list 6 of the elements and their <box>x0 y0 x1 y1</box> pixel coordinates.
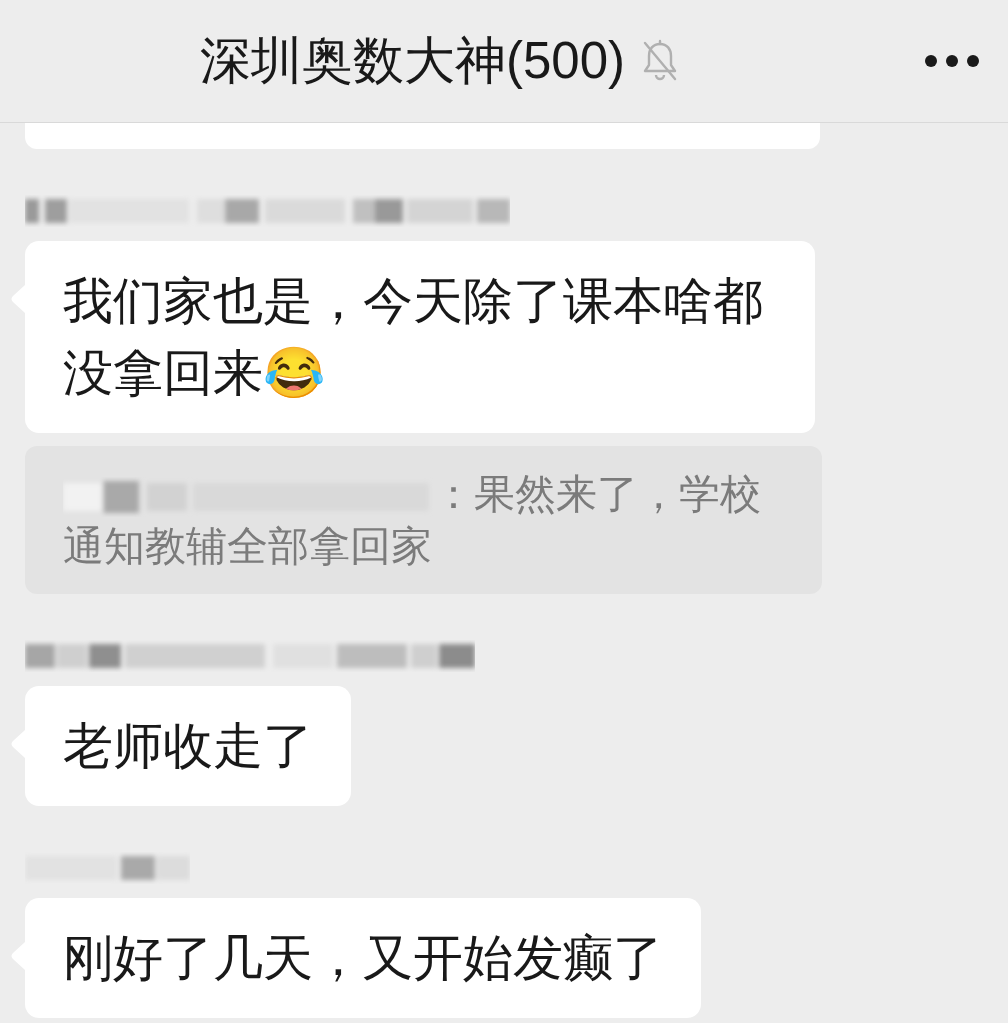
chat-title: 深圳奥数大神(500) <box>200 32 626 90</box>
quote-text: ：果然来了，学校通知教辅全部拿回家 <box>63 471 761 569</box>
more-icon[interactable] <box>924 54 980 68</box>
message-text: 刚好了几天，又开始发癫了 <box>63 930 663 986</box>
message-text: 我们家也是，今天除了课本啥都没拿回来😂 <box>63 273 763 401</box>
message-text: 老师收走了 <box>63 718 313 774</box>
